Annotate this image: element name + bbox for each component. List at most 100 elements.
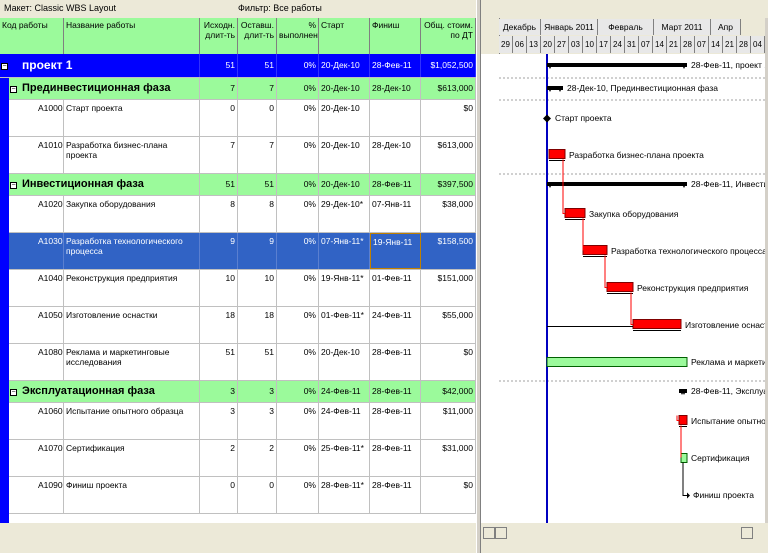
cell[interactable]: 9 (238, 233, 277, 269)
cell[interactable]: Разработка технологического процесса (64, 233, 200, 269)
cell[interactable]: 51 (238, 54, 277, 77)
cell[interactable] (370, 100, 421, 136)
col-rem-duration[interactable]: Оставш. длит-ть (238, 18, 277, 54)
cell[interactable]: 0% (277, 440, 319, 476)
cell[interactable]: $55,000 (421, 307, 476, 343)
cell[interactable]: 10 (238, 270, 277, 306)
cell[interactable]: Финиш проекта (64, 477, 200, 513)
table-row[interactable]: A1070 Сертификация 2 2 0% 25-Фев-11* 28-Фев-11… (0, 440, 476, 477)
collapse-icon[interactable]: − (1, 62, 8, 70)
cell[interactable]: A1050 (0, 307, 64, 343)
col-percent-complete[interactable]: % выполнения (277, 18, 319, 54)
cell[interactable]: 24-Фев-11 (319, 381, 370, 402)
cell[interactable]: 3 (200, 403, 238, 439)
cell[interactable]: 0% (277, 270, 319, 306)
table-row[interactable]: A1090 Финиш проекта 0 0 0% 28-Фев-11* 28-Фев-1… (0, 477, 476, 514)
cell[interactable]: $0 (421, 344, 476, 380)
cell[interactable]: Изготовление оснастки (64, 307, 200, 343)
cell[interactable]: 0% (277, 137, 319, 173)
cell[interactable]: $613,000 (421, 137, 476, 173)
cell[interactable]: 0% (277, 307, 319, 343)
cell[interactable]: 7 (238, 137, 277, 173)
scroll-right-button[interactable] (741, 527, 753, 539)
cell[interactable]: 0% (277, 344, 319, 380)
cell[interactable]: 28-Дек-10 (370, 137, 421, 173)
cell[interactable]: A1020 (0, 196, 64, 232)
cell[interactable]: 0% (277, 100, 319, 136)
cell[interactable]: 20-Дек-10 (319, 174, 370, 195)
cell[interactable]: 0 (200, 477, 238, 513)
cell[interactable]: 19-Янв-11* (319, 270, 370, 306)
cell[interactable]: 28-Фев-11 (370, 381, 421, 402)
cell[interactable]: 18 (238, 307, 277, 343)
cell[interactable]: 2 (238, 440, 277, 476)
table-row[interactable]: A1080 Реклама и маркетинговые исследовани… (0, 344, 476, 381)
cell[interactable]: Реклама и маркетинговые исследования (64, 344, 200, 380)
cell[interactable]: $1,052,500 (421, 54, 476, 77)
cell[interactable]: 2 (200, 440, 238, 476)
gantt-horizontal-scrollbar[interactable] (481, 523, 768, 553)
cell[interactable]: A1030 (0, 233, 64, 269)
cell[interactable]: 28-Фев-11 (370, 403, 421, 439)
cell[interactable]: A1000 (0, 100, 64, 136)
cell[interactable]: 51 (200, 344, 238, 380)
table-row[interactable]: A1060 Испытание опытного образца 3 3 0% 24-Фе… (0, 403, 476, 440)
col-activity-name[interactable]: Название работы (64, 18, 200, 54)
cell[interactable]: 9 (200, 233, 238, 269)
cell[interactable]: Закупка оборудования (64, 196, 200, 232)
table-row[interactable]: A1010 Разработка бизнес-плана проекта 7 7 0%… (0, 137, 476, 174)
cell[interactable]: 28-Фев-11 (370, 477, 421, 513)
cell[interactable]: Разработка бизнес-плана проекта (64, 137, 200, 173)
table-row[interactable]: A1050 Изготовление оснастки 18 18 0% 01-Фев-1… (0, 307, 476, 344)
col-start[interactable]: Старт (319, 18, 370, 54)
cell[interactable]: $397,500 (421, 174, 476, 195)
cell[interactable]: 8 (200, 196, 238, 232)
scroll-left-button[interactable] (483, 527, 495, 539)
collapse-icon[interactable]: − (10, 181, 17, 189)
cell[interactable]: 20-Дек-10 (319, 137, 370, 173)
cell[interactable]: Старт проекта (64, 100, 200, 136)
cell[interactable]: 10 (200, 270, 238, 306)
cell[interactable]: $11,000 (421, 403, 476, 439)
collapse-icon[interactable]: − (10, 85, 17, 93)
cell[interactable]: 28-Фев-11 (370, 174, 421, 195)
cell[interactable]: Сертификация (64, 440, 200, 476)
cell[interactable]: Инвестиционная фаза (20, 174, 200, 195)
cell[interactable]: A1070 (0, 440, 64, 476)
cell[interactable]: 28-Фев-11 (370, 54, 421, 77)
cell[interactable]: 0% (277, 54, 319, 77)
cell[interactable]: Испытание опытного образца (64, 403, 200, 439)
cell[interactable]: 3 (238, 381, 277, 402)
cell[interactable]: 0% (277, 78, 319, 99)
cell[interactable]: A1010 (0, 137, 64, 173)
layout-label[interactable]: Макет: Classic WBS Layout (4, 3, 116, 13)
col-total-cost[interactable]: Общ. стоим. по ДТ (421, 18, 476, 54)
cell[interactable]: 24-Фев-11 (370, 307, 421, 343)
cell[interactable]: 51 (200, 54, 238, 77)
phase-row[interactable]: Эксплуатационная фаза 3 3 0% 24-Фев-11 28-Фев… (0, 381, 476, 403)
cell[interactable]: $613,000 (421, 78, 476, 99)
phase-row[interactable]: Инвестиционная фаза 51 51 0% 20-Дек-10 28-Фев… (0, 174, 476, 196)
col-orig-duration[interactable]: Исходн. длит-ть (200, 18, 238, 54)
cell[interactable]: 20-Дек-10 (319, 100, 370, 136)
filter-label[interactable]: Фильтр: Все работы (238, 3, 322, 13)
cell[interactable]: 19-Янв-11 (370, 233, 421, 269)
cell[interactable]: Эксплуатационная фаза (20, 381, 200, 402)
cell[interactable]: 51 (200, 174, 238, 195)
collapse-icon[interactable]: − (10, 388, 17, 396)
cell[interactable]: 29-Дек-10* (319, 196, 370, 232)
cell[interactable]: 51 (238, 344, 277, 380)
cell[interactable]: A1040 (0, 270, 64, 306)
cell[interactable]: 20-Дек-10 (319, 344, 370, 380)
cell[interactable]: 01-Фев-11 (370, 270, 421, 306)
cell[interactable]: 0% (277, 233, 319, 269)
table-row[interactable]: A1030 Разработка технологического процесс… (0, 233, 476, 270)
cell[interactable]: 20-Дек-10 (319, 78, 370, 99)
cell[interactable]: $42,000 (421, 381, 476, 402)
cell[interactable]: 7 (238, 78, 277, 99)
cell[interactable]: 24-Фев-11 (319, 403, 370, 439)
cell[interactable]: 0 (200, 100, 238, 136)
cell[interactable]: 28-Фев-11* (319, 477, 370, 513)
cell[interactable]: A1060 (0, 403, 64, 439)
cell[interactable]: 0% (277, 196, 319, 232)
